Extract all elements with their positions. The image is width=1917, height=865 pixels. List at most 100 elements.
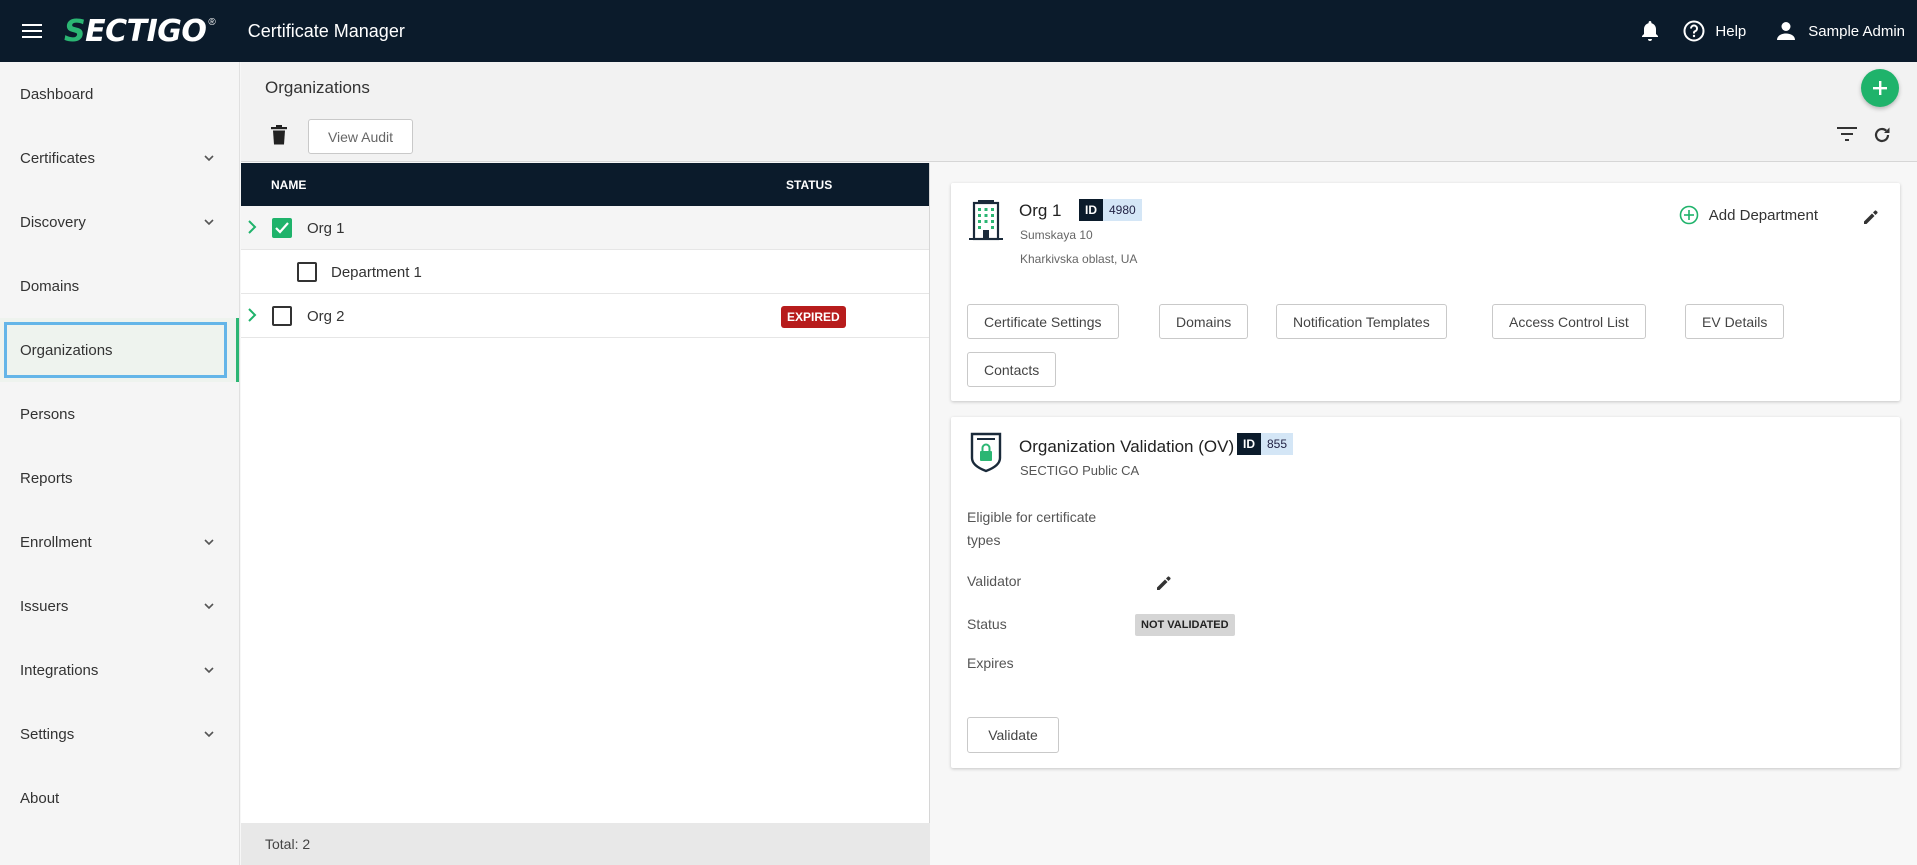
- filter-icon[interactable]: [1837, 127, 1857, 146]
- column-header-name[interactable]: NAME: [271, 178, 306, 192]
- sectigo-logo[interactable]: SECTIGO ®: [64, 0, 216, 62]
- sidebar-item-settings[interactable]: Settings: [0, 702, 239, 766]
- sidebar-item-label: Dashboard: [20, 85, 94, 103]
- sidebar-item-label: Organizations: [20, 341, 113, 359]
- sidebar-item-label: Settings: [20, 725, 75, 743]
- tree-row-org-1[interactable]: Org 1: [241, 206, 929, 250]
- page-header: Organizations View Audit: [241, 62, 1917, 162]
- user-name: Sample Admin: [1808, 22, 1905, 40]
- add-department-button[interactable]: Add Department: [1679, 205, 1818, 225]
- row-checkbox[interactable]: [272, 218, 292, 238]
- ev-details-button[interactable]: EV Details: [1685, 304, 1785, 339]
- row-name: Org 2: [307, 308, 345, 325]
- menu-icon[interactable]: [0, 0, 64, 62]
- status-label: Status: [967, 616, 1007, 632]
- chevron-down-icon: [203, 536, 215, 548]
- sidebar-item-certificates[interactable]: Certificates: [0, 126, 239, 190]
- status-badge-expired: EXPIRED: [781, 306, 846, 328]
- sidebar-item-label: Discovery: [20, 213, 86, 231]
- id-key: ID: [1237, 433, 1261, 455]
- validation-id-chip: ID 855: [1237, 433, 1294, 455]
- edit-validator-icon[interactable]: [1155, 574, 1173, 597]
- add-department-label: Add Department: [1708, 206, 1818, 224]
- organization-name: Org 1: [1019, 201, 1062, 220]
- chevron-down-icon: [203, 152, 215, 164]
- building-icon: [969, 199, 1003, 246]
- add-organization-button[interactable]: [1861, 69, 1899, 107]
- status-badge-not-validated: NOT VALIDATED: [1135, 614, 1235, 636]
- validation-title: Organization Validation (OV): [1019, 437, 1235, 456]
- sidebar-item-label: Certificates: [20, 149, 96, 167]
- row-name: Org 1: [307, 220, 345, 237]
- page-title: Organizations: [265, 78, 370, 97]
- row-checkbox[interactable]: [297, 262, 317, 282]
- id-value: 855: [1261, 433, 1294, 455]
- chevron-down-icon: [203, 216, 215, 228]
- id-key: ID: [1079, 199, 1103, 221]
- help-label: Help: [1715, 22, 1747, 40]
- access-control-list-button[interactable]: Access Control List: [1492, 304, 1646, 339]
- row-checkbox[interactable]: [272, 306, 292, 326]
- sidebar-item-persons[interactable]: Persons: [0, 382, 239, 446]
- shield-lock-icon: [969, 431, 1003, 478]
- certificate-settings-button[interactable]: Certificate Settings: [967, 304, 1119, 339]
- chevron-down-icon: [203, 728, 215, 740]
- table-header: NAME STATUS: [241, 163, 929, 206]
- plus-icon: [1873, 81, 1887, 95]
- sidebar-item-label: Integrations: [20, 661, 99, 679]
- organizations-tree: NAME STATUS Org 1 Department 1 Org 2 EXP…: [241, 163, 930, 865]
- eligible-label: Eligible for certificate types: [967, 509, 1097, 548]
- refresh-icon[interactable]: [1873, 126, 1891, 149]
- delete-icon[interactable]: [271, 125, 287, 145]
- sidebar-item-label: About: [20, 789, 60, 807]
- user-icon: [1777, 22, 1796, 40]
- domains-button[interactable]: Domains: [1159, 304, 1249, 339]
- sidebar-nav: Dashboard Certificates Discovery Domains Org…: [0, 62, 240, 865]
- address-line-2: Kharkivska oblast, UA: [1020, 252, 1138, 266]
- sidebar-item-enrollment[interactable]: Enrollment: [0, 510, 239, 574]
- contacts-button[interactable]: Contacts: [967, 352, 1057, 387]
- sidebar-item-dashboard[interactable]: Dashboard: [0, 62, 239, 126]
- expires-label: Expires: [967, 655, 1014, 671]
- sidebar-item-label: Domains: [20, 277, 80, 295]
- validation-ca-name: SECTIGO Public CA: [1020, 463, 1140, 478]
- organization-card: Org 1 ID 4980 Sumskaya 10 Kharkivska obl…: [951, 183, 1900, 401]
- notification-templates-button[interactable]: Notification Templates: [1276, 304, 1447, 339]
- help-button[interactable]: Help: [1683, 20, 1746, 42]
- help-circle-icon: [1683, 20, 1705, 42]
- tree-row-org-2[interactable]: Org 2 EXPIRED: [241, 294, 929, 338]
- top-app-bar: SECTIGO ® Certificate Manager Help Sample…: [0, 0, 1917, 62]
- add-circle-icon: [1679, 205, 1699, 225]
- address-line-1: Sumskaya 10: [1020, 228, 1093, 242]
- id-value: 4980: [1103, 199, 1142, 221]
- column-header-status[interactable]: STATUS: [786, 178, 832, 192]
- sidebar-item-about[interactable]: About: [0, 766, 239, 830]
- sidebar-item-reports[interactable]: Reports: [0, 446, 239, 510]
- view-audit-button[interactable]: View Audit: [308, 119, 413, 154]
- sidebar-item-label: Enrollment: [20, 533, 92, 551]
- organization-id-chip: ID 4980: [1079, 199, 1142, 221]
- validate-button[interactable]: Validate: [967, 717, 1059, 753]
- sidebar-item-discovery[interactable]: Discovery: [0, 190, 239, 254]
- chevron-right-icon[interactable]: [247, 308, 259, 322]
- chevron-right-icon[interactable]: [247, 220, 259, 234]
- user-menu-button[interactable]: Sample Admin: [1776, 21, 1905, 41]
- app-title: Certificate Manager: [247, 20, 405, 41]
- sidebar-item-label: Issuers: [20, 597, 69, 615]
- sidebar-item-label: Reports: [20, 469, 73, 487]
- validator-label: Validator: [967, 573, 1022, 589]
- sidebar-item-integrations[interactable]: Integrations: [0, 638, 239, 702]
- tree-row-department-1[interactable]: Department 1: [241, 250, 929, 294]
- chevron-down-icon: [203, 664, 215, 676]
- detail-panel: Org 1 ID 4980 Sumskaya 10 Kharkivska obl…: [931, 163, 1917, 865]
- edit-organization-icon[interactable]: [1862, 208, 1880, 231]
- sidebar-item-label: Persons: [20, 405, 76, 423]
- sidebar-item-domains[interactable]: Domains: [0, 254, 239, 318]
- chevron-down-icon: [203, 600, 215, 612]
- sidebar-item-issuers[interactable]: Issuers: [0, 574, 239, 638]
- table-footer-total: Total: 2: [241, 823, 930, 865]
- notifications-bell-icon[interactable]: [1641, 21, 1659, 41]
- sidebar-item-organizations[interactable]: Organizations: [0, 318, 239, 382]
- check-icon: [275, 222, 289, 234]
- organization-validation-card: Organization Validation (OV) ID 855 SECT…: [951, 417, 1900, 768]
